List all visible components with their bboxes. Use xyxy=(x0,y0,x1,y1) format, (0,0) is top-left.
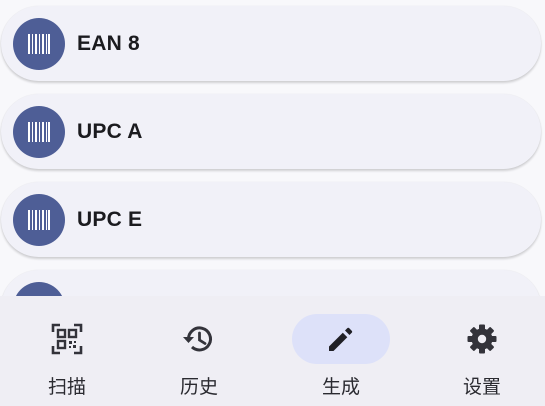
icon-badge xyxy=(13,17,65,70)
barcode-icon xyxy=(28,209,50,230)
list-item-upc-a[interactable]: UPC A xyxy=(1,94,541,169)
gear-icon xyxy=(467,324,497,354)
nav-label: 扫描 xyxy=(47,377,86,398)
nav-item-history[interactable]: 历史 xyxy=(131,296,267,406)
screen: EAN 8 UPC A UPC E 扫描 历史 生成 设置 xyxy=(0,0,545,406)
nav-item-scan[interactable]: 扫描 xyxy=(0,296,135,406)
list-item-label: EAN 8 xyxy=(77,31,140,55)
list-item-ean8[interactable]: EAN 8 xyxy=(1,6,541,81)
nav-item-generate[interactable]: 生成 xyxy=(273,296,409,406)
nav-label: 生成 xyxy=(321,377,360,398)
qr-scan-icon xyxy=(51,323,83,355)
list-item-label: UPC E xyxy=(77,207,143,231)
icon-badge xyxy=(13,193,65,246)
history-icon xyxy=(183,326,212,352)
list-item-upc-e[interactable]: UPC E xyxy=(1,182,541,257)
nav-indicator-active xyxy=(292,314,390,364)
icon-badge xyxy=(13,105,65,158)
list-item-label: UPC A xyxy=(77,119,143,143)
barcode-icon xyxy=(28,33,50,54)
nav-indicator xyxy=(150,314,248,364)
nav-label: 设置 xyxy=(462,377,501,398)
nav-label: 历史 xyxy=(179,377,218,398)
barcode-icon xyxy=(28,121,50,142)
nav-indicator xyxy=(433,314,531,364)
nav-indicator xyxy=(18,314,116,364)
bottom-navigation-bar: 扫描 历史 生成 设置 xyxy=(0,296,545,406)
pencil-icon xyxy=(329,327,353,351)
nav-item-settings[interactable]: 设置 xyxy=(414,296,545,406)
